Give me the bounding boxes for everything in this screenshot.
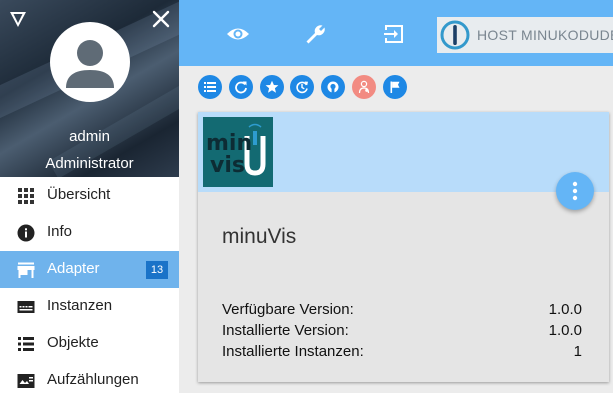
list-view-button[interactable] xyxy=(198,75,222,99)
eye-icon[interactable] xyxy=(226,22,250,46)
sidebar-item-adapter[interactable]: Adapter 13 xyxy=(0,251,179,288)
refresh-icon xyxy=(235,81,247,94)
adapter-title: minuVis xyxy=(222,225,297,248)
user-icon xyxy=(66,40,114,88)
expert-mode-button[interactable] xyxy=(352,75,376,99)
sidebar-header: admin Administrator xyxy=(0,0,179,177)
flag-button[interactable] xyxy=(383,75,407,99)
installed-version-label: Installierte Version: xyxy=(222,322,349,339)
sidebar-item-info[interactable]: Info xyxy=(0,214,179,251)
user-role: Administrator xyxy=(45,155,134,172)
favorites-button[interactable] xyxy=(260,75,284,99)
sidebar-item-label: Info xyxy=(47,223,73,240)
logo-text-vis: vis xyxy=(210,153,245,178)
sidebar-item-label: Übersicht xyxy=(47,186,111,203)
iobroker-logo-icon xyxy=(440,20,470,50)
refresh-button[interactable] xyxy=(229,75,253,99)
grid-icon xyxy=(18,188,34,204)
collapse-menu-icon[interactable] xyxy=(8,9,28,29)
host-selector[interactable]: HOST MINUKODUDE xyxy=(437,17,613,53)
card-menu-button[interactable] xyxy=(556,172,594,210)
sidebar-item-label: Instanzen xyxy=(47,297,113,314)
github-button[interactable] xyxy=(321,75,345,99)
update-icon xyxy=(296,81,308,94)
expert-mode-icon xyxy=(358,80,370,94)
sidebar-item-label: Aufzählungen xyxy=(47,371,139,388)
user-name: admin xyxy=(69,128,110,145)
sidebar-item-instanzen[interactable]: Instanzen xyxy=(0,288,179,325)
adapter-logo: min vis xyxy=(203,117,273,187)
store-icon xyxy=(17,262,35,278)
installed-version-value: 1.0.0 xyxy=(548,322,582,339)
installed-version-row: Installierte Version: 1.0.0 xyxy=(222,322,582,339)
avatar xyxy=(50,22,130,102)
installed-instances-row: Installierte Instanzen: 1 xyxy=(222,343,582,360)
available-version-label: Verfügbare Version: xyxy=(222,301,354,318)
adapter-count-badge: 13 xyxy=(146,261,168,279)
host-label: HOST MINUKODUDE xyxy=(477,27,613,43)
star-icon xyxy=(265,80,279,93)
info-icon xyxy=(17,224,35,242)
list-icon xyxy=(18,337,34,351)
available-version-value: 1.0.0 xyxy=(548,301,582,318)
sidebar: admin Administrator Übersicht Info Adapt… xyxy=(0,0,179,393)
adapter-card: min vis minuVis Verfügbare Version: 1.0.… xyxy=(198,112,609,382)
sidebar-item-label: Adapter xyxy=(47,260,100,277)
instances-icon xyxy=(17,301,35,313)
close-icon[interactable] xyxy=(151,9,171,29)
available-version-row: Verfügbare Version: 1.0.0 xyxy=(222,301,582,318)
list-view-icon xyxy=(204,82,216,92)
flag-icon xyxy=(390,81,400,93)
sidebar-item-aufzaehlungen[interactable]: Aufzählungen xyxy=(0,362,179,393)
sidebar-item-objekte[interactable]: Objekte xyxy=(0,325,179,362)
sidebar-item-label: Objekte xyxy=(47,334,99,351)
installed-instances-value: 1 xyxy=(573,343,582,360)
sidebar-item-uebersicht[interactable]: Übersicht xyxy=(0,177,179,214)
more-vertical-icon xyxy=(572,181,578,201)
github-icon xyxy=(327,81,339,93)
wrench-icon[interactable] xyxy=(304,22,328,46)
enums-icon xyxy=(17,374,35,388)
logout-icon[interactable] xyxy=(382,22,406,46)
adapter-card-header: min vis xyxy=(198,112,609,192)
installed-instances-label: Installierte Instanzen: xyxy=(222,343,364,360)
update-button[interactable] xyxy=(290,75,314,99)
